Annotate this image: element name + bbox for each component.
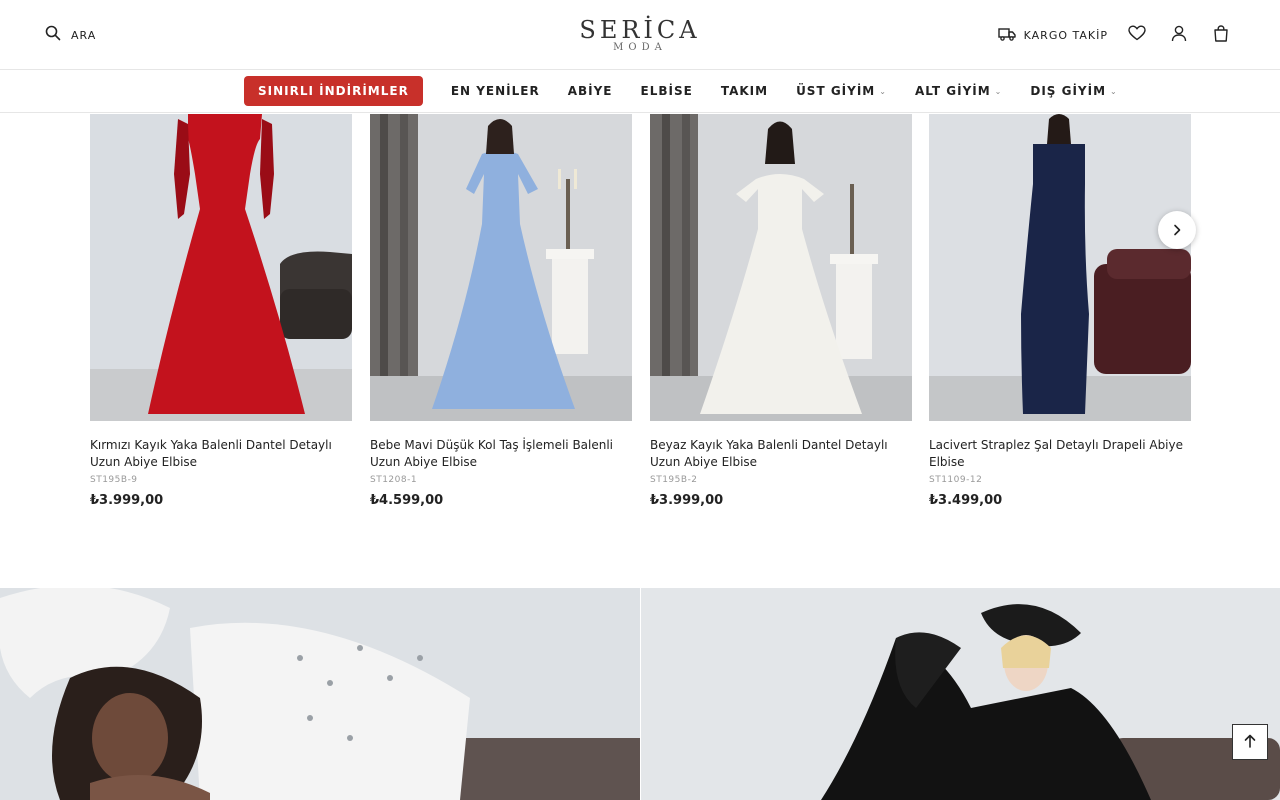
heart-icon	[1128, 25, 1146, 45]
product-image[interactable]	[929, 114, 1191, 421]
scroll-to-top-button[interactable]	[1232, 724, 1268, 760]
user-icon	[1171, 25, 1187, 46]
product-image[interactable]	[370, 114, 632, 421]
product-name[interactable]: Beyaz Kayık Yaka Balenli Dantel Detaylı …	[650, 437, 912, 471]
nav-item-takim[interactable]: TAKIM	[707, 76, 782, 106]
truck-icon	[997, 26, 1016, 45]
arrow-up-icon	[1244, 733, 1256, 752]
header-tools: KARGO TAKİP	[997, 24, 1234, 46]
bag-icon	[1213, 24, 1229, 46]
search-button[interactable]: ARA	[45, 25, 96, 45]
promo-banner-left[interactable]	[0, 588, 640, 800]
product-price: ₺3.499,00	[929, 493, 1003, 508]
product-name[interactable]: Lacivert Straplez Şal Detaylı Drapeli Ab…	[929, 437, 1191, 471]
product-price: ₺4.599,00	[370, 493, 444, 508]
nav-item-ust-giyim[interactable]: ÜST GİYİM ⌄	[782, 76, 901, 106]
product-price: ₺3.999,00	[90, 493, 164, 508]
site-logo[interactable]: SERİCA MODA	[560, 18, 720, 54]
nav-sale-button[interactable]: SINIRLI İNDİRİMLER	[244, 76, 423, 106]
nav-item-label: ELBİSE	[640, 84, 693, 98]
chevron-down-icon: ⌄	[879, 86, 887, 96]
cart-button[interactable]	[1208, 24, 1234, 46]
product-sku: ST195B-9	[90, 475, 138, 485]
product-card[interactable]: Bebe Mavi Düşük Kol Taş İşlemeli Balenli…	[370, 114, 632, 508]
product-sku: ST195B-2	[650, 475, 698, 485]
product-image[interactable]	[90, 114, 352, 421]
search-label: ARA	[71, 28, 97, 42]
carousel-next-button[interactable]	[1158, 211, 1196, 249]
nav-item-alt-giyim[interactable]: ALT GİYİM ⌄	[901, 76, 1016, 106]
nav-item-label: ALT GİYİM	[914, 84, 991, 98]
nav-item-label: DIŞ GİYİM	[1030, 84, 1107, 98]
account-button[interactable]	[1166, 24, 1192, 46]
chevron-down-icon: ⌄	[994, 86, 1003, 96]
logo-brand: SERİCA	[579, 16, 701, 44]
kargo-takip-link[interactable]: KARGO TAKİP	[997, 26, 1108, 45]
nav-item-label: ÜST GİYİM	[796, 84, 876, 98]
nav-items: SINIRLI İNDİRİMLER EN YENİLER ABİYE ELBİ…	[244, 76, 1132, 106]
product-card[interactable]: Beyaz Kayık Yaka Balenli Dantel Detaylı …	[650, 114, 912, 508]
product-image[interactable]	[650, 114, 912, 421]
nav-item-elbise[interactable]: ELBİSE	[627, 76, 707, 106]
favorites-button[interactable]	[1124, 24, 1150, 46]
product-sku: ST1109-12	[929, 475, 983, 485]
nav-item-label: EN YENİLER	[450, 84, 540, 98]
product-name[interactable]: Bebe Mavi Düşük Kol Taş İşlemeli Balenli…	[370, 437, 632, 471]
search-icon	[45, 25, 61, 45]
site-header: ARA SERİCA MODA KARGO TAKİP	[0, 0, 1280, 70]
nav-item-dis-giyim[interactable]: DIŞ GİYİM ⌄	[1016, 76, 1131, 106]
nav-item-en-yeniler[interactable]: EN YENİLER	[437, 76, 554, 106]
product-card[interactable]: Kırmızı Kayık Yaka Balenli Dantel Detayl…	[90, 114, 352, 508]
product-card[interactable]: Lacivert Straplez Şal Detaylı Drapeli Ab…	[929, 114, 1191, 508]
kargo-label: KARGO TAKİP	[1023, 28, 1108, 42]
product-name[interactable]: Kırmızı Kayık Yaka Balenli Dantel Detayl…	[90, 437, 352, 471]
product-price: ₺3.999,00	[650, 493, 724, 508]
nav-item-label: ABİYE	[567, 84, 613, 98]
chevron-right-icon	[1172, 221, 1182, 240]
nav-item-label: TAKIM	[720, 84, 769, 98]
chevron-down-icon: ⌄	[1110, 86, 1118, 96]
nav-item-abiye[interactable]: ABİYE	[554, 76, 627, 106]
product-sku: ST1208-1	[370, 475, 418, 485]
promo-banner-right[interactable]	[641, 588, 1280, 800]
main-nav: SINIRLI İNDİRİMLER EN YENİLER ABİYE ELBİ…	[0, 70, 1280, 113]
product-carousel: Kırmızı Kayık Yaka Balenli Dantel Detayl…	[90, 114, 1191, 534]
